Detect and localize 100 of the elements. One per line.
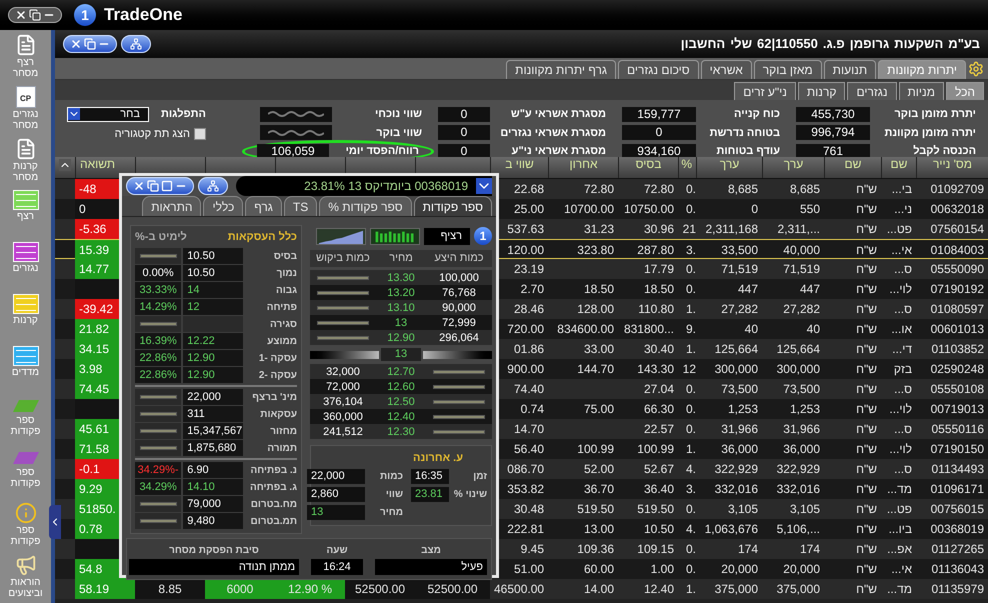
- sidebar-item[interactable]: הוראות וביצועים: [4, 577, 48, 599]
- collapse-tab[interactable]: [49, 505, 61, 539]
- table-cell-text: 40: [806, 321, 821, 338]
- sidebar-item[interactable]: ספר פקודות: [4, 525, 48, 547]
- sidebar-item[interactable]: ספר פקודות: [4, 467, 48, 489]
- table-cell-text: ש"ח: [855, 401, 878, 418]
- trade-label: שינוי %: [453, 488, 487, 502]
- table-cell-text: 5,106,...: [776, 521, 821, 538]
- scroll-up-icon[interactable]: [59, 159, 71, 171]
- stat-value: 6.90: [183, 462, 244, 478]
- table-cell-text: 56.40: [512, 441, 545, 458]
- column-header[interactable]: שם: [824, 157, 881, 178]
- table-cell-text: 33,500: [720, 242, 759, 259]
- column-header[interactable]: ערך: [696, 157, 762, 178]
- table-cell-text: 9.45: [520, 541, 545, 558]
- settings-icon[interactable]: [968, 61, 984, 77]
- empty-bar: [140, 254, 177, 258]
- summary-value: 455,730: [796, 106, 870, 122]
- table-cell-text: 72.80: [582, 181, 615, 198]
- info-badge[interactable]: 1: [474, 227, 492, 245]
- sidebar-item[interactable]: נגזרים: [4, 263, 48, 274]
- empty-bar: [432, 430, 486, 434]
- network-button[interactable]: [121, 35, 151, 53]
- column-header[interactable]: אחרון: [548, 157, 618, 178]
- table-cell-text: 2,311,168: [704, 221, 759, 238]
- table-cell-text: 66.30: [642, 401, 675, 418]
- column-header[interactable]: בסיס: [618, 157, 678, 178]
- table-cell-text: 52.00: [582, 461, 615, 478]
- table-cell-text: ש"ח: [855, 481, 878, 498]
- table-cell-text: מד...: [886, 481, 913, 498]
- restore-icon[interactable]: [84, 38, 96, 50]
- sidebar-item[interactable]: מדדים: [4, 367, 48, 378]
- sub-tab[interactable]: קרנות: [798, 82, 846, 100]
- table-cell-text: 332,016: [776, 481, 821, 498]
- sidebar-item[interactable]: קרנות: [4, 315, 48, 326]
- table-cell-text: 109.36: [576, 541, 615, 558]
- column-header[interactable]: מס' נייר: [916, 157, 988, 178]
- window-tab[interactable]: ספר פקודות %: [319, 196, 412, 216]
- bid-price: 12.70: [386, 365, 416, 380]
- table-cell-text: 25.00: [512, 201, 545, 218]
- sidebar-item[interactable]: נגזרים מסחר: [4, 109, 48, 131]
- distribution-select[interactable]: בחר: [66, 106, 149, 122]
- bid-quantity: 72,000: [325, 380, 361, 395]
- sub-tab[interactable]: נגזרים: [847, 82, 897, 100]
- table-cell-text: 01092709: [930, 181, 985, 198]
- summary-label: שווי נוכחי: [374, 107, 422, 122]
- summary-label: הכנסה לקבל: [912, 144, 976, 159]
- table-cell-text: ש"ח: [855, 261, 878, 278]
- table-cell-text: 73,500: [720, 381, 759, 398]
- restore-icon[interactable]: [29, 9, 41, 21]
- summary-value: 0: [438, 144, 490, 159]
- sidebar-item[interactable]: רצף: [4, 211, 48, 222]
- stat-percent: 34.29%: [135, 479, 182, 495]
- table-cell-text: 125,664: [714, 341, 759, 358]
- window-tab[interactable]: ספר פקודות: [414, 196, 492, 216]
- sidebar-item[interactable]: קרנות מסחר: [4, 161, 48, 183]
- subcategory-checkbox[interactable]: [194, 128, 206, 140]
- table-cell-text: ני...: [893, 201, 913, 218]
- stat-value: 22,000: [183, 389, 244, 405]
- column-header[interactable]: שם: [881, 157, 916, 178]
- sub-tab[interactable]: מניות: [898, 82, 944, 100]
- table-cell-text: 14.00: [582, 581, 615, 598]
- table-cell-text: 1.: [684, 581, 696, 598]
- table-cell-text: 27,282: [720, 301, 759, 318]
- sub-tab[interactable]: הכל: [946, 82, 984, 100]
- status-value: פעיל: [375, 559, 487, 575]
- main-tab[interactable]: אשראי: [700, 60, 752, 79]
- sidebar-item[interactable]: רצף מסחר: [4, 57, 48, 79]
- main-tab[interactable]: יתרות מקוונות: [878, 60, 966, 79]
- window-tab[interactable]: התראות: [142, 196, 202, 216]
- table-cell-text: 71,519: [720, 261, 759, 278]
- table-cell: 52500.00: [345, 579, 415, 599]
- close-icon[interactable]: [70, 38, 82, 50]
- main-tab[interactable]: גרף יתרות מקוונות: [506, 60, 616, 79]
- table-cell: 52500.00: [415, 579, 490, 599]
- main-tab[interactable]: תנועות: [824, 60, 876, 79]
- stat-percent: 0.00%: [135, 265, 182, 281]
- column-header[interactable]: %: [678, 157, 696, 178]
- main-tab[interactable]: מאזן בוקר: [754, 60, 822, 79]
- sub-tab[interactable]: ני"ע זרים: [734, 82, 796, 100]
- window-tab[interactable]: כללי: [203, 196, 244, 216]
- table-cell-text: 01136043: [930, 561, 985, 578]
- network-button[interactable]: [198, 177, 228, 195]
- dropdown-icon[interactable]: [476, 178, 492, 194]
- summary-label: מסגרת אשראי נגזרים: [499, 126, 606, 140]
- sidebar-item[interactable]: ספר פקודות: [4, 415, 48, 437]
- maximize-icon[interactable]: [161, 180, 173, 192]
- column-header[interactable]: ערך: [762, 157, 824, 178]
- stat-label: נמוך: [276, 266, 297, 280]
- main-tab[interactable]: סיכום נגזרים: [618, 60, 699, 79]
- close-icon[interactable]: [15, 9, 27, 21]
- table-cell-text: 0.: [684, 561, 696, 578]
- table-cell-text: 300,000: [714, 361, 759, 378]
- restore-icon[interactable]: [147, 180, 159, 192]
- close-icon[interactable]: [133, 180, 145, 192]
- table-cell-text: 36,000: [720, 441, 759, 458]
- window-tab[interactable]: גרף: [245, 196, 282, 216]
- window-tab[interactable]: TS: [284, 196, 318, 216]
- stat-label: נ. בפתיחה: [249, 464, 297, 478]
- table-cell-text: 18.50: [642, 281, 675, 298]
